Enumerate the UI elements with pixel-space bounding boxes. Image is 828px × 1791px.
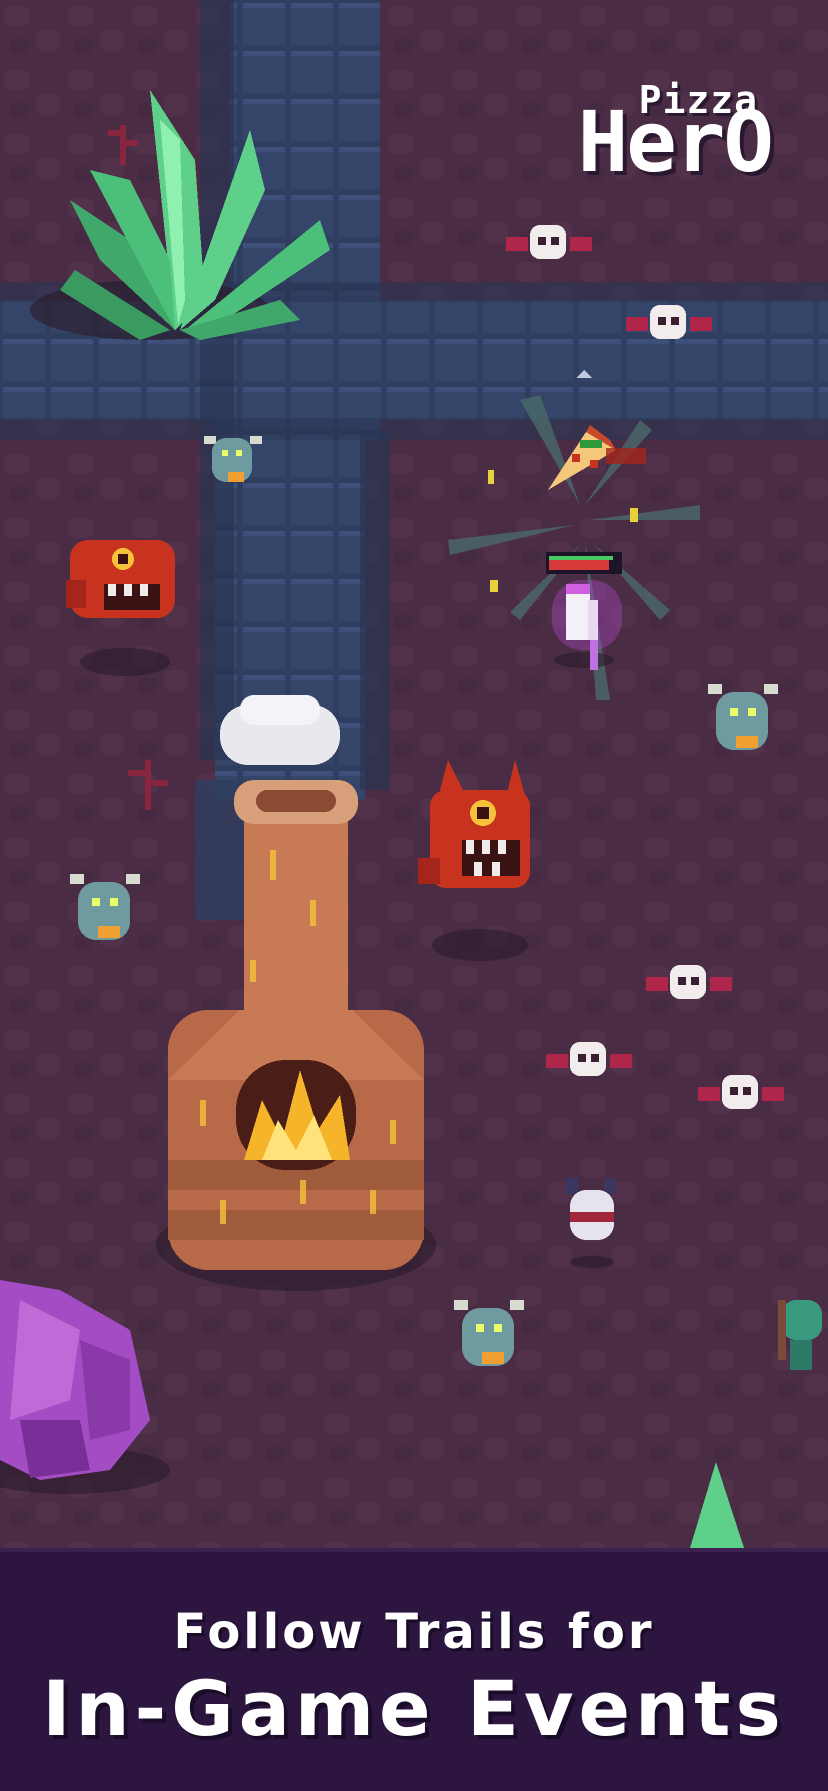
caption-line-1: Follow Trails for xyxy=(173,1604,655,1660)
caption-banner: Follow Trails for In-Game Events xyxy=(0,1548,828,1791)
game-logo: Pizza HerO xyxy=(532,78,774,184)
caption-line-2: In-Game Events xyxy=(42,1664,786,1753)
logo-line-2: HerO xyxy=(577,93,774,191)
health-bar xyxy=(546,552,622,574)
game-screen[interactable]: Pizza HerO Follow Trails for In-Game Eve… xyxy=(0,0,828,1791)
game-world[interactable] xyxy=(0,0,828,1548)
